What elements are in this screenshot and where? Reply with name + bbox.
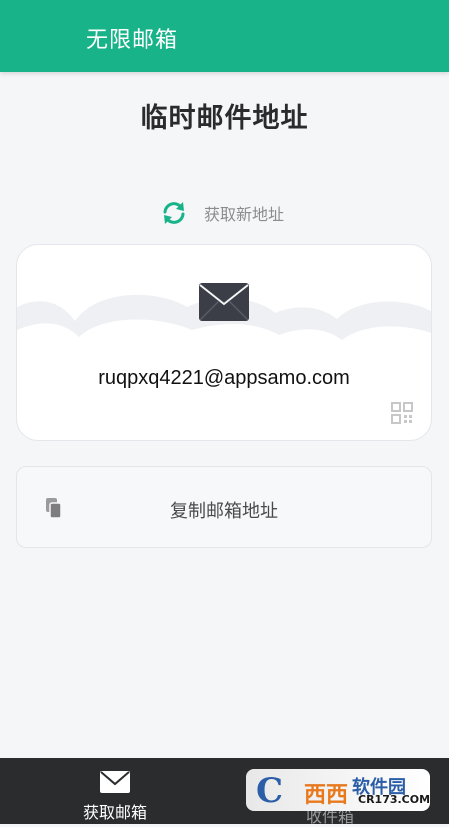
refresh-icon: [163, 202, 185, 224]
watermark-text: 西西: [304, 783, 349, 808]
watermark-logo: C 西西 软件园 CR173.COM: [246, 769, 430, 811]
tab-get-mailbox[interactable]: 获取邮箱: [40, 758, 190, 824]
app-title: 无限邮箱: [86, 28, 179, 53]
temporary-email-address: ruqpxq4221@appsamo.com: [98, 367, 350, 389]
watermark-url: CR173.COM: [358, 793, 430, 806]
copy-email-address-label: 复制邮箱地址: [170, 501, 278, 522]
watermark-glyph: C: [256, 771, 284, 811]
get-new-address-button[interactable]: 获取新地址: [160, 198, 284, 228]
get-new-address-label: 获取新地址: [204, 205, 285, 224]
copy-email-address-button[interactable]: 复制邮箱地址: [16, 466, 432, 548]
email-address-card: ruqpxq4221@appsamo.com: [16, 244, 432, 441]
qr-code-icon[interactable]: [391, 402, 413, 424]
app-bar: 无限邮箱: [0, 0, 449, 72]
mail-icon: [100, 771, 130, 793]
envelope-icon: [199, 283, 249, 321]
page-title: 临时邮件地址: [140, 103, 309, 134]
tab-get-mailbox-label: 获取邮箱: [82, 803, 147, 822]
